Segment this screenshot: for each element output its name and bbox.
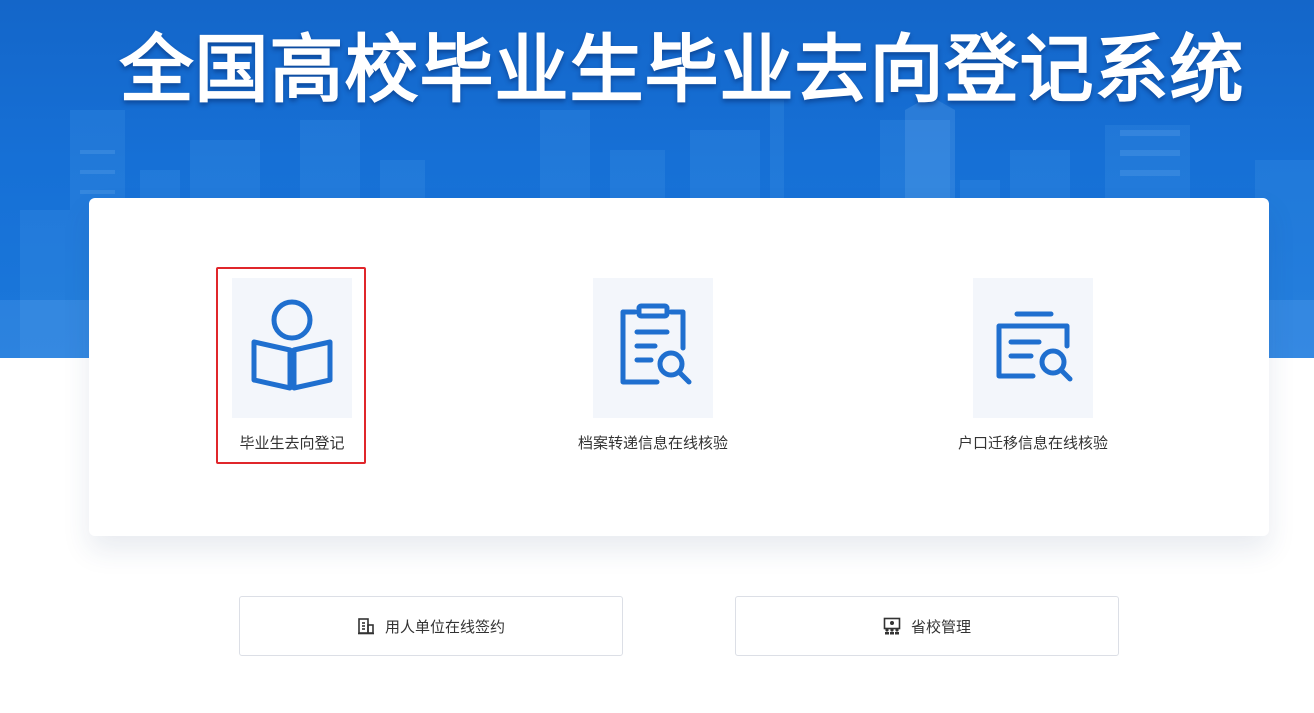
page: 全国高校毕业生毕业去向登记系统 毕业生去向登记 档案转递信息在线核验 户口迁移信… [0, 0, 1314, 713]
module-icon-box[interactable] [973, 278, 1093, 418]
province-school-management-button[interactable]: 省校管理 [735, 596, 1119, 656]
reader-book-icon [251, 299, 333, 391]
module-label[interactable]: 户口迁移信息在线核验 [933, 432, 1133, 454]
module-label[interactable]: 毕业生去向登记 [192, 432, 392, 454]
employer-signing-label: 用人单位在线签约 [384, 617, 505, 636]
module-graduate-registration[interactable]: 毕业生去向登记 [192, 278, 392, 468]
module-label[interactable]: 档案转递信息在线核验 [553, 432, 753, 454]
province-school-management-label: 省校管理 [910, 617, 971, 636]
module-icon-box[interactable] [232, 278, 352, 418]
document-search-icon [620, 303, 692, 385]
page-title: 全国高校毕业生毕业去向登记系统 [119, 27, 1245, 113]
building-icon [357, 617, 375, 635]
module-hukou-verification[interactable]: 户口迁移信息在线核验 [933, 278, 1133, 468]
classroom-icon [883, 617, 901, 635]
employer-signing-button[interactable]: 用人单位在线签约 [239, 596, 623, 656]
module-icon-box[interactable] [593, 278, 713, 418]
module-card: 毕业生去向登记 档案转递信息在线核验 户口迁移信息在线核验 [89, 198, 1269, 536]
record-search-icon [996, 311, 1073, 382]
module-archive-verification[interactable]: 档案转递信息在线核验 [553, 278, 753, 468]
